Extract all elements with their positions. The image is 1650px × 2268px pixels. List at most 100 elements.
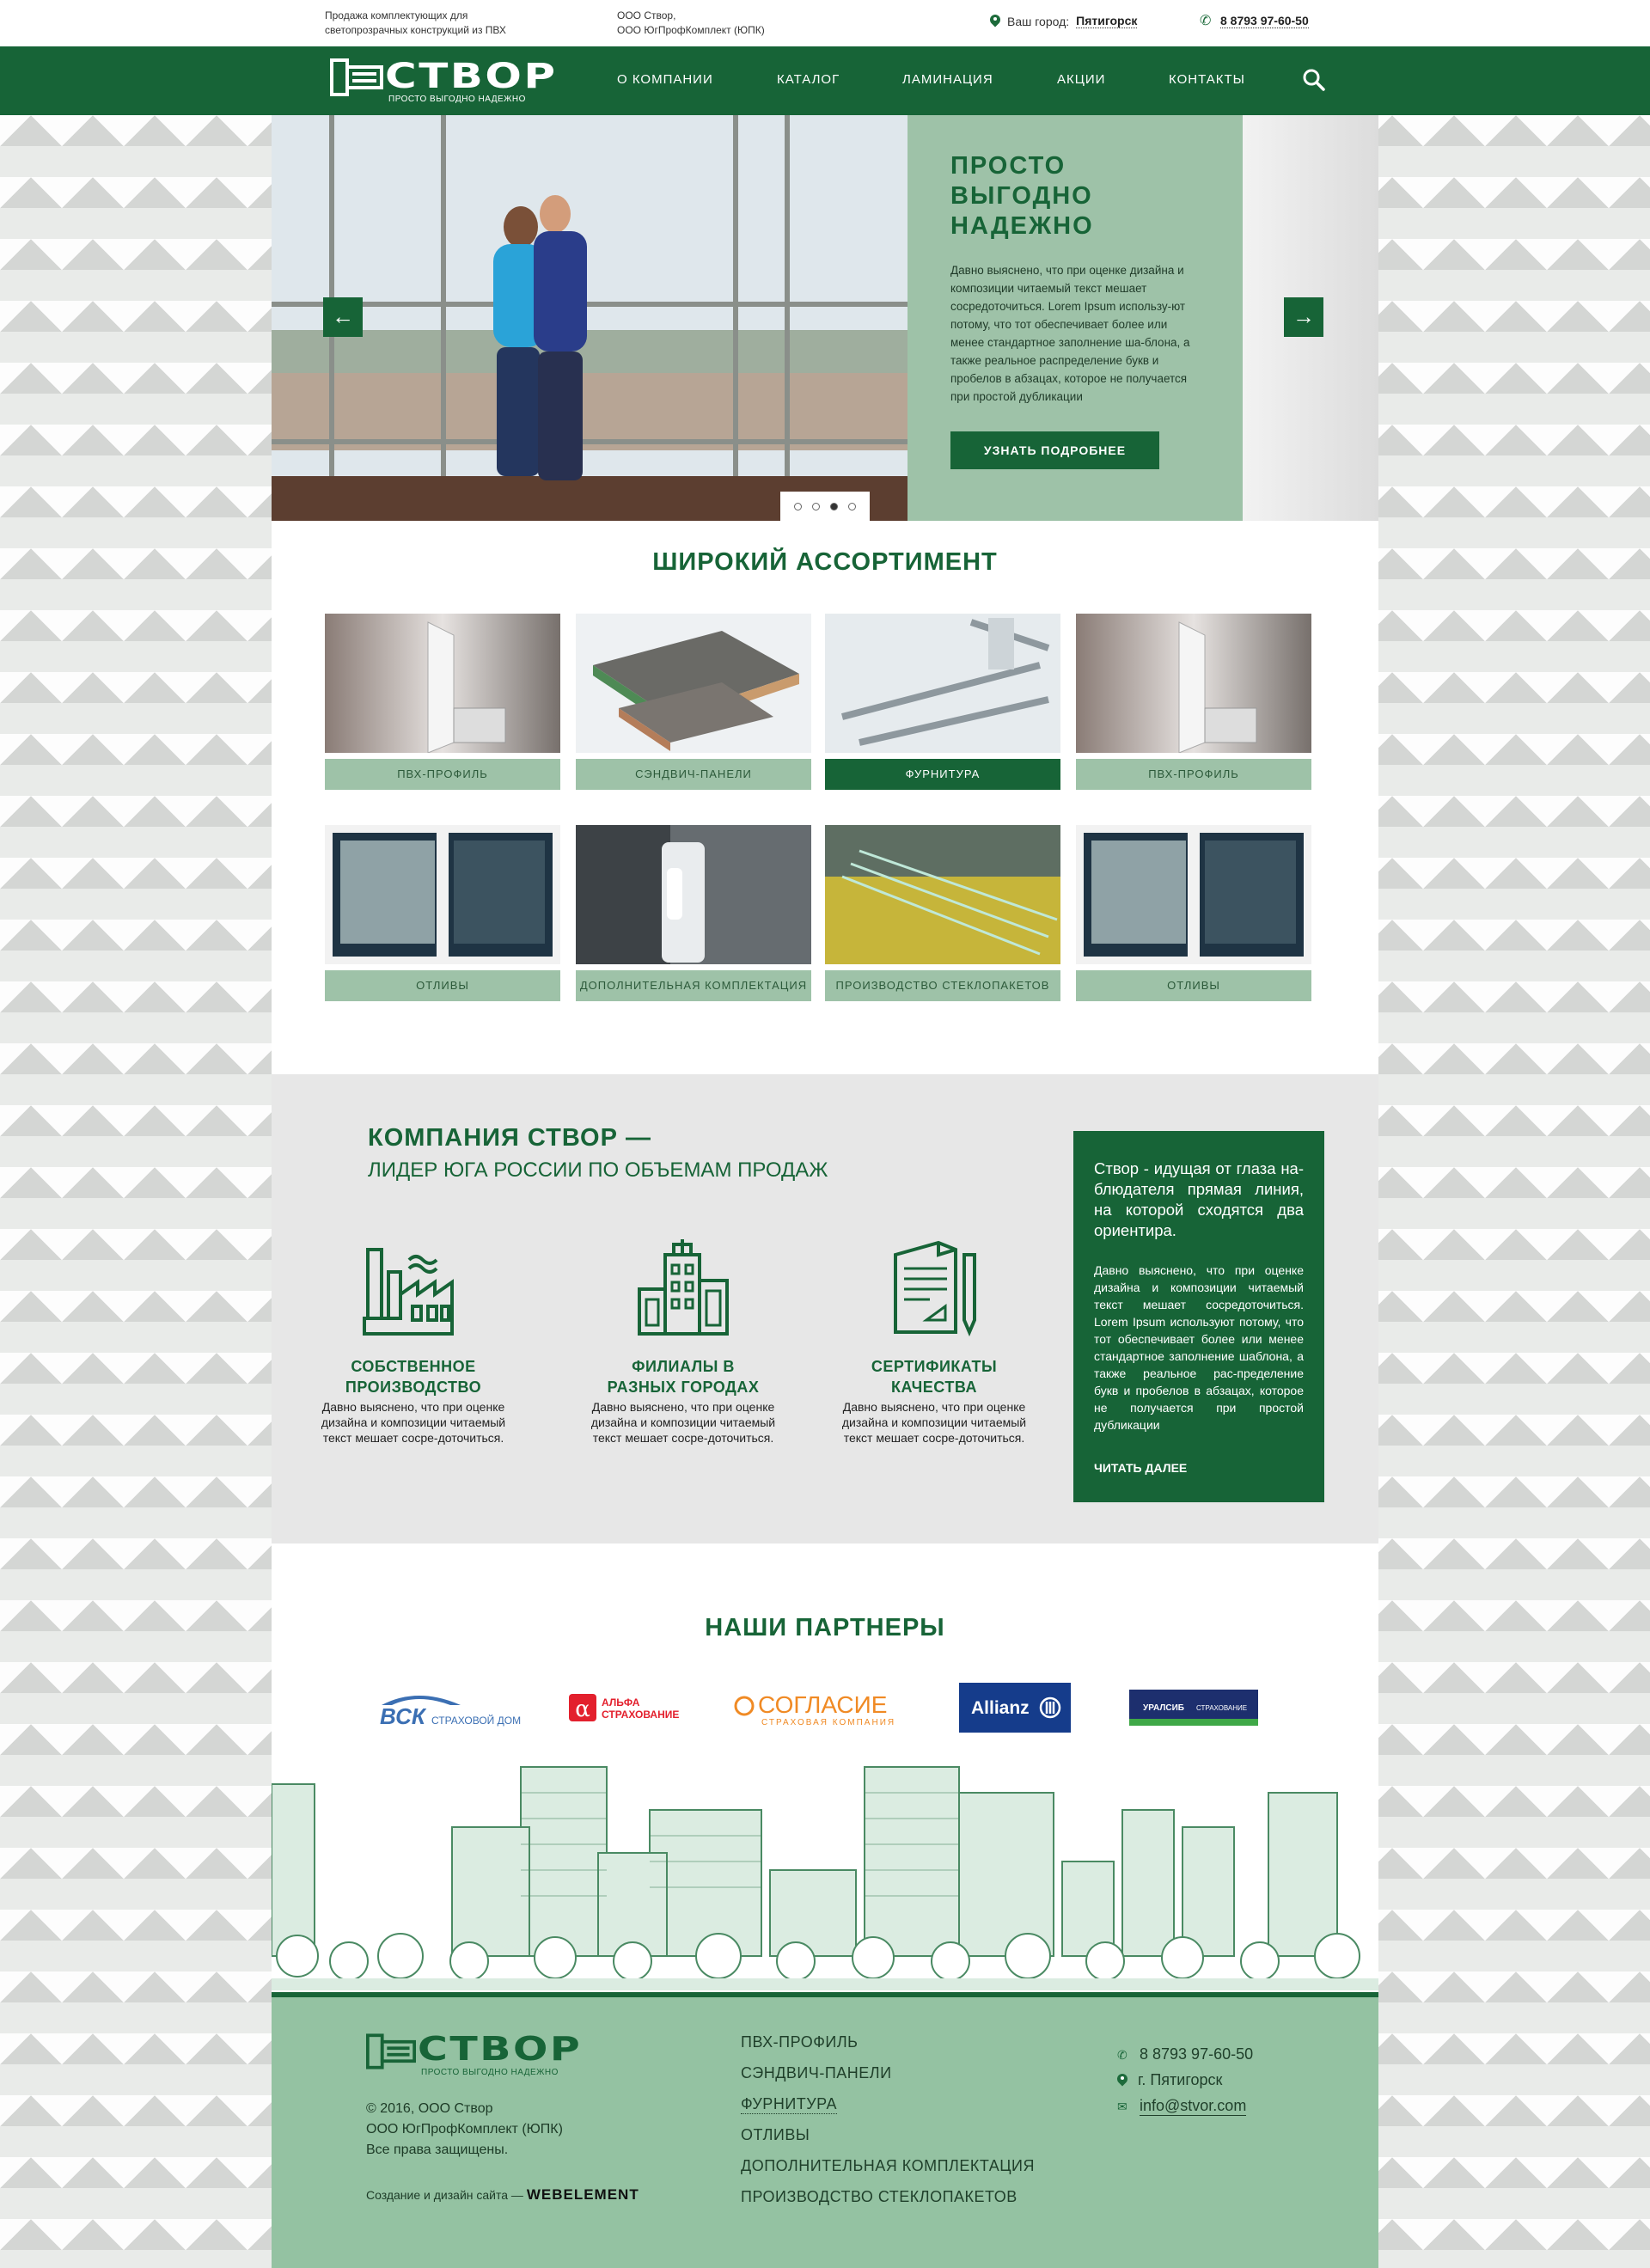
partner-logo-alfa[interactable]: α АЛЬФА СТРАХОВАНИЕ	[567, 1683, 688, 1733]
hardware-image	[825, 614, 1060, 753]
slider-dots	[780, 492, 870, 521]
tagline-line-2: светопрозрачных конструкций из ПВХ	[325, 24, 506, 36]
city-value[interactable]: Пятигорск	[1076, 14, 1138, 28]
hero-description: Давно выяснено, что при оценке дизайна и…	[950, 264, 1190, 403]
product-card-sandwich-panels[interactable]: СЭНДВИЧ-ПАНЕЛИ	[576, 614, 811, 790]
partner-logo-allianz[interactable]: Allianz	[959, 1683, 1071, 1733]
footer-email[interactable]: ✉ info@stvor.com	[1117, 2097, 1247, 2116]
company-names: ООО Створ, ООО ЮгПрофКомплект (ЮПК)	[617, 9, 765, 38]
soglasie-logo-icon: СОГЛАСИЕ СТРАХОВАЯ КОМПАНИЯ	[734, 1691, 894, 1727]
svg-text:СТРАХОВАЯ КОМПАНИЯ: СТРАХОВАЯ КОМПАНИЯ	[761, 1718, 894, 1727]
product-card-label[interactable]: ДОПОЛНИТЕЛЬНАЯ КОМПЛЕКТАЦИЯ	[576, 970, 811, 1001]
city-selector[interactable]: Ваш город: Пятигорск	[990, 14, 1138, 28]
hero-slider: ПРОСТО ВЫГОДНО НАДЕЖНО Давно выяснено, ч…	[272, 115, 1378, 521]
nav-item-lamination[interactable]: ЛАМИНАЦИЯ	[902, 72, 993, 87]
slider-next-arrow-icon[interactable]: →	[1284, 297, 1323, 337]
footer-city: г. Пятигорск	[1117, 2071, 1222, 2089]
partner-logo-uralsib[interactable]: УРАЛСИБ СТРАХОВАНИЕ	[1129, 1683, 1258, 1733]
footer-link-extras[interactable]: ДОПОЛНИТЕЛЬНАЯ КОМПЛЕКТАЦИЯ	[741, 2157, 1035, 2175]
sandwich-panels-image	[576, 614, 811, 753]
feature-branches: ФИЛИАЛЫ В РАЗНЫХ ГОРОДАХ Давно выяснено, …	[584, 1238, 782, 1446]
logo-wordmark: СТВОР	[385, 57, 558, 96]
product-card-hardware[interactable]: ФУРНИТУРА	[825, 614, 1060, 790]
product-card-sills[interactable]: ОТЛИВЫ	[325, 825, 560, 1001]
product-card-glass-units[interactable]: ПРОИЗВОДСТВО СТЕКЛОПАКЕТОВ	[825, 825, 1060, 1001]
svg-text:Allianz: Allianz	[971, 1698, 1030, 1718]
product-card-label[interactable]: ПВХ-ПРОФИЛЬ	[325, 759, 560, 790]
svg-text:УРАЛСИБ: УРАЛСИБ	[1143, 1703, 1184, 1713]
company-title: КОМПАНИЯ СТВОР —	[368, 1124, 652, 1152]
company-subtitle: ЛИДЕР ЮГА РОССИИ ПО ОБЪЕМАМ ПРОДАЖ	[368, 1158, 828, 1182]
footer-developer: Создание и дизайн сайта — WEBELEMENT	[366, 2186, 639, 2203]
slider-dot[interactable]	[848, 502, 856, 510]
uralsib-logo-icon: УРАЛСИБ СТРАХОВАНИЕ	[1129, 1690, 1258, 1726]
product-card-label[interactable]: ОТЛИВЫ	[1076, 970, 1311, 1001]
product-card-pvc-profile-2[interactable]: ПВХ-ПРОФИЛЬ	[1076, 614, 1311, 790]
partners-title: НАШИ ПАРТНЕРЫ	[705, 1614, 945, 1641]
buildings-icon	[638, 1239, 729, 1336]
company-section: КОМПАНИЯ СТВОР — ЛИДЕР ЮГА РОССИИ ПО ОБЪ…	[272, 1074, 1378, 1544]
footer-logo-wordmark: СТВОР	[418, 2030, 583, 2068]
search-icon[interactable]	[1303, 69, 1325, 91]
footer-link-hardware[interactable]: ФУРНИТУРА	[741, 2095, 837, 2114]
tagline: Продажа комплектующих для светопрозрачны…	[325, 9, 506, 38]
product-card-pvc-profile[interactable]: ПВХ-ПРОФИЛЬ	[325, 614, 560, 790]
footer-link-sills[interactable]: ОТЛИВЫ	[741, 2126, 810, 2144]
svg-text:α: α	[575, 1696, 590, 1722]
company-description: Давно выяснено, что при оценке дизайна и…	[1094, 1263, 1304, 1432]
hero-title: ПРОСТО ВЫГОДНО НАДЕЖНО	[950, 152, 1094, 240]
allianz-logo-icon: Allianz	[959, 1683, 1071, 1733]
window-handle-image	[576, 825, 811, 964]
partner-logo-vsk[interactable]: ВСК СТРАХОВОЙ ДОМ	[375, 1683, 521, 1733]
nav-item-contacts[interactable]: КОНТАКТЫ	[1169, 72, 1245, 87]
slider-dot[interactable]	[794, 502, 802, 510]
feature-text: Давно выяснено, что при оценке дизайна и…	[841, 1400, 1027, 1445]
location-pin-icon	[990, 15, 1000, 28]
slider-dot-active[interactable]	[830, 502, 838, 510]
svg-text:СОГЛАСИЕ: СОГЛАСИЕ	[758, 1691, 887, 1718]
footer-link-sandwich[interactable]: СЭНДВИЧ-ПАНЕЛИ	[741, 2064, 892, 2082]
feature-text: Давно выяснено, что при оценке дизайна и…	[321, 1400, 506, 1445]
logo-mark-icon	[330, 58, 383, 96]
pvc-profile-image	[1076, 614, 1311, 753]
footer-logo[interactable]: СТВОР ПРОСТО ВЫГОДНО НАДЕЖНО	[366, 2030, 598, 2078]
footer: СТВОР ПРОСТО ВЫГОДНО НАДЕЖНО © 2016, ООО…	[272, 1992, 1378, 2268]
assortment-title: ШИРОКИЙ АССОРТИМЕНТ	[652, 548, 998, 576]
hero-window-scene	[272, 115, 908, 521]
footer-link-pvc[interactable]: ПВХ-ПРОФИЛЬ	[741, 2033, 858, 2051]
footer-phone[interactable]: ✆ 8 8793 97-60-50	[1117, 2045, 1253, 2063]
alfa-logo-icon: α АЛЬФА СТРАХОВАНИЕ	[569, 1694, 679, 1722]
partner-logo-soglasie[interactable]: СОГЛАСИЕ СТРАХОВАЯ КОМПАНИЯ	[730, 1683, 894, 1733]
slider-prev-arrow-icon[interactable]: ←	[323, 297, 363, 337]
city-label: Ваш город:	[1007, 14, 1070, 28]
learn-more-button[interactable]: УЗНАТЬ ПОДРОБНЕЕ	[950, 431, 1159, 469]
tagline-line-1: Продажа комплектующих для	[325, 9, 468, 21]
read-more-link[interactable]: ЧИТАТЬ ДАЛЕЕ	[1094, 1461, 1187, 1475]
product-card-extras[interactable]: ДОПОЛНИТЕЛЬНАЯ КОМПЛЕКТАЦИЯ	[576, 825, 811, 1001]
product-card-label[interactable]: СЭНДВИЧ-ПАНЕЛИ	[576, 759, 811, 790]
site-logo[interactable]: СТВОР ПРОСТО ВЫГОДНО НАДЕЖНО	[330, 57, 562, 105]
window-sill-image	[325, 825, 560, 964]
product-card-sills-2[interactable]: ОТЛИВЫ	[1076, 825, 1311, 1001]
nav-item-promotions[interactable]: АКЦИИ	[1057, 72, 1105, 87]
product-card-label[interactable]: ОТЛИВЫ	[325, 970, 560, 1001]
developer-name[interactable]: WEBELEMENT	[527, 2186, 639, 2203]
nav-item-about[interactable]: О КОМПАНИИ	[617, 72, 713, 87]
footer-logo-mark-icon	[366, 2033, 416, 2069]
top-bar: Продажа комплектующих для светопрозрачны…	[0, 0, 1650, 46]
product-card-label-active[interactable]: ФУРНИТУРА	[825, 759, 1060, 790]
svg-text:СТРАХОВАНИЕ: СТРАХОВАНИЕ	[1196, 1704, 1247, 1712]
pvc-profile-image	[325, 614, 560, 753]
main-navigation: СТВОР ПРОСТО ВЫГОДНО НАДЕЖНО О КОМПАНИИ …	[0, 46, 1650, 115]
product-card-label[interactable]: ПРОИЗВОДСТВО СТЕКЛОПАКЕТОВ	[825, 970, 1060, 1001]
company-name-1: ООО Створ,	[617, 9, 676, 21]
nav-item-catalog[interactable]: КАТАЛОГ	[777, 72, 840, 87]
footer-link-glass-units[interactable]: ПРОИЗВОДСТВО СТЕКЛОПАКЕТОВ	[741, 2188, 1018, 2206]
factory-icon	[363, 1248, 454, 1336]
footer-logo-slogan: ПРОСТО ВЫГОДНО НАДЕЖНО	[421, 2068, 559, 2077]
header-phone[interactable]: ✆ 8 8793 97-60-50	[1200, 14, 1309, 28]
phone-icon: ✆	[1117, 2047, 1128, 2062]
product-card-label[interactable]: ПВХ-ПРОФИЛЬ	[1076, 759, 1311, 790]
phone-number[interactable]: 8 8793 97-60-50	[1220, 14, 1309, 28]
slider-dot[interactable]	[812, 502, 820, 510]
